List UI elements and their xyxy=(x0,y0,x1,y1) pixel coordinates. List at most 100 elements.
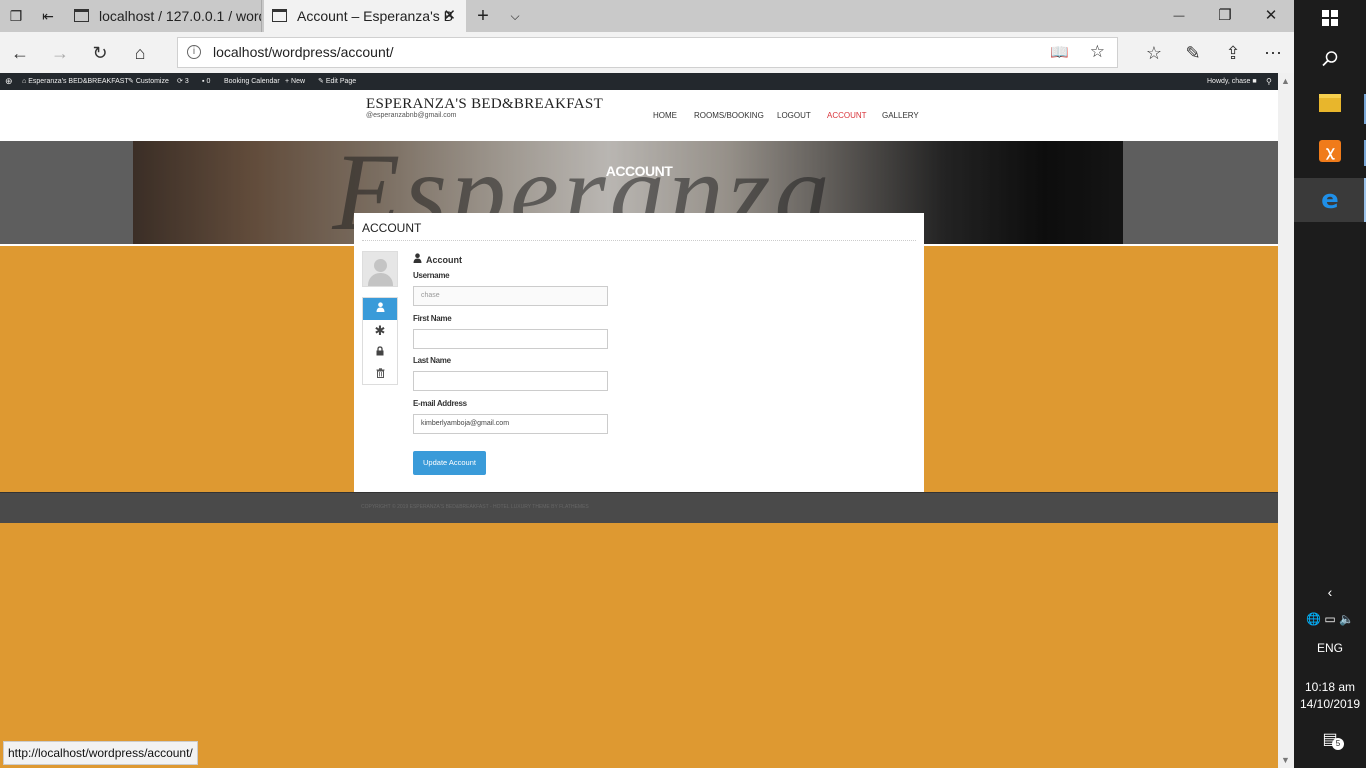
show-hidden-icons-chevron[interactable]: ‹ xyxy=(1294,584,1366,600)
forward-button[interactable]: → xyxy=(47,40,73,66)
address-bar[interactable]: i localhost/wordpress/account/ 📖 ☆ xyxy=(177,37,1118,68)
volume-icon[interactable]: 🔈 xyxy=(1339,612,1354,626)
admin-comments[interactable]: ▪ 0 xyxy=(202,73,210,90)
new-tab-button[interactable]: + xyxy=(473,6,493,26)
last-name-field[interactable] xyxy=(413,371,608,391)
menu-home[interactable]: HOME xyxy=(653,111,677,120)
first-name-label: First Name xyxy=(413,314,452,323)
menu-rooms-booking[interactable]: ROOMS/BOOKING xyxy=(694,111,764,120)
last-name-label: Last Name xyxy=(413,356,451,365)
tab-manager-icon[interactable]: ❐ xyxy=(6,6,26,26)
url-text[interactable]: localhost/wordpress/account/ xyxy=(213,44,394,60)
refresh-button[interactable]: ↻ xyxy=(87,40,113,66)
user-icon xyxy=(376,302,384,312)
site-footer: COPYRIGHT © 2019 ESPERANZA'S BED&BREAKFA… xyxy=(0,492,1278,523)
menu-account[interactable]: ACCOUNT xyxy=(827,111,867,120)
tab-phpmyadmin[interactable]: localhost / 127.0.0.1 / wordp xyxy=(66,0,262,32)
wp-admin-bar: ⊕ ⌂ Esperanza's BED&BREAKFAST ✎ Customiz… xyxy=(0,73,1278,90)
network-icon[interactable]: 🌐 xyxy=(1306,612,1321,626)
account-tab-user-icon[interactable] xyxy=(363,298,397,320)
first-name-field[interactable] xyxy=(413,329,608,349)
tab-account[interactable]: Account – Esperanza's B ✕ xyxy=(264,0,466,32)
page-viewport: ⊕ ⌂ Esperanza's BED&BREAKFAST ✎ Customiz… xyxy=(0,73,1278,768)
scroll-down-icon[interactable]: ▼ xyxy=(1281,755,1290,765)
admin-site-label: Esperanza's BED&BREAKFAST xyxy=(28,78,129,85)
comments-count: 0 xyxy=(206,78,211,85)
email-label: E-mail Address xyxy=(413,399,467,408)
account-tab-asterisk-icon[interactable]: ✱ xyxy=(363,320,397,342)
back-button[interactable]: ← xyxy=(7,40,33,66)
clock-date: 14/10/2019 xyxy=(1299,697,1361,711)
restore-button[interactable]: ❐ xyxy=(1202,0,1248,32)
favorite-star-icon[interactable]: ☆ xyxy=(1090,42,1105,62)
share-icon[interactable]: ⇪ xyxy=(1220,40,1246,66)
trash-icon xyxy=(376,368,384,378)
admin-edit-page[interactable]: ✎ Edit Page xyxy=(318,73,356,90)
file-explorer-icon[interactable] xyxy=(1294,94,1366,118)
update-account-button[interactable]: Update Account xyxy=(413,451,486,475)
new-label: New xyxy=(291,78,306,85)
tab-preview-chevron-icon[interactable]: ⌵ xyxy=(505,6,525,26)
browser-window: ❐ ⇤ localhost / 127.0.0.1 / wordp Accoun… xyxy=(0,0,1294,768)
admin-booking-calendar[interactable]: Booking Calendar xyxy=(224,73,280,90)
clock[interactable]: 10:18 am 14/10/2019 xyxy=(1294,679,1366,713)
customize-label: Customize xyxy=(135,78,169,85)
scroll-up-icon[interactable]: ▲ xyxy=(1281,76,1290,86)
page-icon xyxy=(74,9,89,22)
start-button[interactable] xyxy=(1294,10,1366,32)
battery-icon[interactable]: ▭ xyxy=(1324,612,1335,626)
account-card-title: ACCOUNT xyxy=(362,221,422,235)
lock-icon xyxy=(376,346,384,356)
edit-page-label: Edit Page xyxy=(325,78,357,85)
avatar xyxy=(362,251,398,287)
search-icon[interactable] xyxy=(1294,50,1366,73)
admin-search-icon[interactable]: ⚲ xyxy=(1266,73,1272,90)
menu-gallery[interactable]: GALLERY xyxy=(882,111,919,120)
account-section-heading: Account xyxy=(413,253,462,265)
close-tab-icon[interactable]: ✕ xyxy=(443,0,456,32)
status-bar-url: http://localhost/wordpress/account/ xyxy=(3,741,198,765)
page-scrollbar[interactable]: ▲ ▼ xyxy=(1278,73,1294,768)
language-indicator[interactable]: ENG xyxy=(1294,641,1366,655)
system-tray: 🌐 ▭ 🔈 xyxy=(1294,612,1366,626)
menu-logout[interactable]: LOGOUT xyxy=(777,111,811,120)
edge-browser-icon[interactable]: e xyxy=(1294,178,1366,222)
footer-copyright: COPYRIGHT © 2019 ESPERANZA'S BED&BREAKFA… xyxy=(361,504,589,510)
minimize-button[interactable]: — xyxy=(1156,0,1202,32)
reading-view-icon[interactable]: 📖 xyxy=(1050,43,1069,61)
email-field[interactable]: kimberlyamboja@gmail.com xyxy=(413,414,608,434)
xampp-icon[interactable]: ꭓ xyxy=(1294,140,1366,162)
howdy-label: Howdy, chase xyxy=(1207,78,1251,85)
clock-time: 10:18 am xyxy=(1304,680,1356,694)
admin-customize[interactable]: ✎ Customize xyxy=(128,73,169,90)
banner-title: ACCOUNT xyxy=(605,163,673,179)
admin-site-name[interactable]: ⌂ Esperanza's BED&BREAKFAST xyxy=(22,73,129,90)
admin-new[interactable]: + New xyxy=(285,73,305,90)
account-card: ACCOUNT ✱ Account Username chase First N… xyxy=(354,213,924,492)
user-icon xyxy=(413,253,422,265)
site-info-icon[interactable]: i xyxy=(187,45,201,59)
close-window-button[interactable]: ✕ xyxy=(1248,0,1294,32)
tab-label: localhost / 127.0.0.1 / wordp xyxy=(99,8,262,24)
windows-taskbar: ꭓ e ‹ 🌐 ▭ 🔈 ENG 10:18 am 14/10/2019 ▤ 5 xyxy=(1294,0,1366,768)
admin-howdy[interactable]: Howdy, chase ■ xyxy=(1207,73,1257,90)
site-title[interactable]: ESPERANZA'S BED&BREAKFAST xyxy=(366,96,603,113)
tab-label: Account – Esperanza's B xyxy=(297,8,453,24)
username-label: Username xyxy=(413,271,450,280)
set-tabs-aside-icon[interactable]: ⇤ xyxy=(38,6,58,26)
more-menu-icon[interactable]: ⋯ xyxy=(1260,40,1286,66)
wordpress-logo-icon[interactable]: ⊕ xyxy=(5,73,13,90)
account-tab-lock-icon[interactable] xyxy=(363,342,397,364)
updates-count: 3 xyxy=(184,78,189,85)
windows-logo-icon xyxy=(1322,10,1338,26)
notification-count-badge: 5 xyxy=(1332,738,1344,750)
web-note-icon[interactable]: ✎ xyxy=(1180,40,1206,66)
favorites-hub-icon[interactable]: ☆ xyxy=(1141,40,1167,66)
site-tagline: @esperanzabnb@gmail.com xyxy=(366,112,457,119)
divider xyxy=(362,240,916,241)
account-tab-trash-icon[interactable] xyxy=(363,364,397,386)
username-field[interactable]: chase xyxy=(413,286,608,306)
admin-updates[interactable]: ⟳ 3 xyxy=(177,73,189,90)
action-center-icon[interactable]: ▤ 5 xyxy=(1294,729,1366,750)
home-button[interactable]: ⌂ xyxy=(127,40,153,66)
